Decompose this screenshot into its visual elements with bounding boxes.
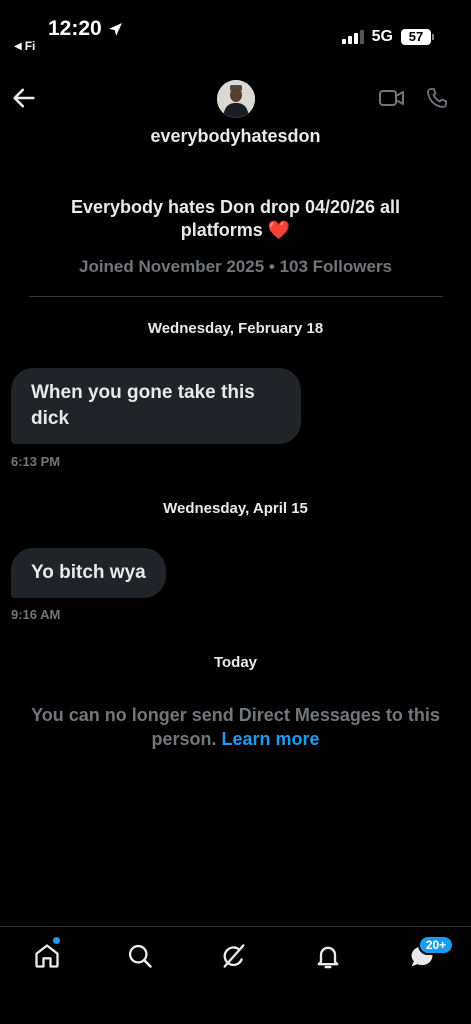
back-arrow-icon[interactable]	[10, 84, 38, 112]
battery-icon: 57	[401, 29, 434, 45]
battery-level: 57	[408, 29, 424, 44]
notifications-icon	[317, 946, 339, 969]
nav-notifications[interactable]	[312, 940, 344, 972]
message-timestamp: 6:13 PM	[11, 454, 61, 469]
dm-disabled-notice: You can no longer send Direct Messages t…	[6, 703, 465, 751]
profile-bio: Everybody hates Don drop 04/20/26 all pl…	[70, 197, 401, 240]
location-arrow-icon	[108, 22, 122, 36]
nav-grok[interactable]	[218, 940, 250, 972]
avatar[interactable]	[217, 80, 255, 118]
message-bubble[interactable]: When you gone take this dick	[11, 368, 301, 444]
grok-icon	[223, 944, 245, 968]
search-icon	[128, 944, 152, 968]
bottom-navigation	[0, 926, 471, 1024]
nav-home[interactable]	[31, 940, 63, 972]
divider	[29, 296, 443, 297]
learn-more-link[interactable]: Learn more	[221, 729, 319, 749]
message-timestamp: 9:16 AM	[11, 607, 61, 622]
conversation-username[interactable]: everybodyhatesdon	[0, 126, 471, 147]
date-separator: Wednesday, February 18	[147, 320, 324, 337]
date-separator-today: Today	[213, 654, 258, 671]
date-separator: Wednesday, April 15	[163, 500, 308, 517]
status-time: 12:20	[48, 17, 124, 41]
home-icon	[35, 944, 59, 968]
messages-badge: 20+	[418, 935, 454, 955]
cellular-signal-icon	[341, 30, 364, 44]
home-notification-dot	[53, 937, 60, 944]
status-bar: 12:20 ◀ Fi 5G 57	[0, 0, 471, 60]
phone-call-icon[interactable]	[425, 86, 449, 110]
nav-search[interactable]	[124, 940, 156, 972]
back-triangle-icon: ◀	[14, 40, 22, 52]
back-app-label: Fi	[24, 39, 36, 53]
network-type: 5G	[371, 28, 393, 45]
status-time-text: 12:20	[48, 17, 102, 40]
back-to-app-button[interactable]: ◀ Fi	[14, 39, 35, 53]
video-call-icon[interactable]	[378, 86, 406, 110]
message-bubble[interactable]: Yo bitch wya	[11, 548, 166, 598]
status-right: 5G 57	[341, 28, 434, 46]
profile-joined-followers: Joined November 2025 • 103 Followers	[78, 257, 393, 276]
